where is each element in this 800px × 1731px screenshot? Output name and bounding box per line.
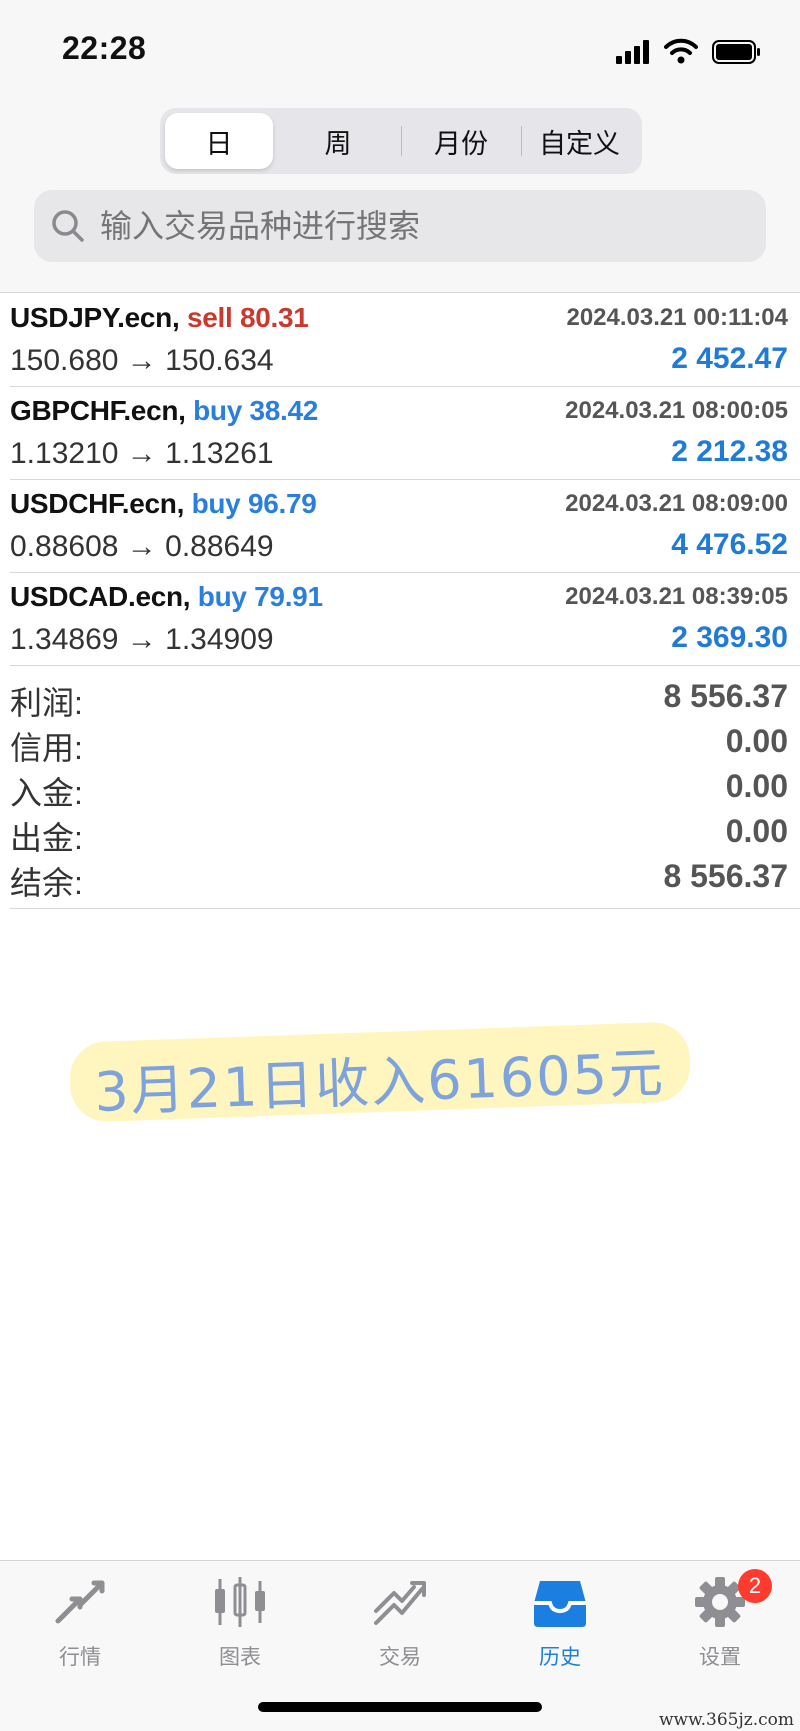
tab-label: 行情: [59, 1646, 101, 1669]
header: 22:28 日 周 月份 自定义 输入交易品种进行搜索: [0, 0, 800, 293]
tab-label: 历史: [539, 1646, 581, 1669]
trade-symbol: USDCAD.ecn,: [10, 581, 191, 612]
notification-badge: 2: [738, 1569, 772, 1603]
segment-month[interactable]: 月份: [402, 113, 520, 169]
close-price: 1.13261: [165, 437, 274, 470]
tab-label: 交易: [379, 1646, 421, 1669]
summary-credit: 信用: 0.00: [10, 719, 800, 766]
search-bar[interactable]: [34, 190, 766, 262]
open-price: 1.34869: [10, 623, 119, 656]
trade-volume: 38.42: [249, 395, 319, 426]
summary-withdrawal: 出金: 0.00: [10, 809, 800, 856]
arrow-icon: →: [126, 344, 157, 377]
battery-icon: [712, 40, 760, 64]
trade-prices: 0.88608 → 0.88649: [10, 530, 274, 564]
history-inbox-icon: [534, 1581, 586, 1627]
summary-profit: 利润: 8 556.37: [10, 674, 800, 721]
home-indicator[interactable]: [258, 1702, 542, 1712]
trade-time: 2024.03.21 08:39:05: [565, 583, 788, 610]
summary-label: 出金:: [10, 820, 83, 856]
open-price: 1.13210: [10, 437, 119, 470]
segment-custom[interactable]: 自定义: [522, 113, 637, 169]
trade-list: USDJPY.ecn, sell 80.31 2024.03.21 00:11:…: [10, 294, 800, 666]
tab-trade[interactable]: 交易: [340, 1575, 460, 1685]
summary-value: 0.00: [725, 768, 788, 804]
summary-value: 0.00: [725, 813, 788, 849]
trade-profit: 2 452.47: [671, 342, 788, 375]
summary-value: 0.00: [725, 723, 788, 759]
tab-label: 图表: [219, 1646, 261, 1669]
segment-day[interactable]: 日: [165, 113, 273, 169]
trade-header: USDJPY.ecn, sell 80.31: [10, 302, 309, 334]
tab-charts[interactable]: 图表: [180, 1575, 300, 1685]
trade-volume: 96.79: [247, 488, 317, 519]
trade-row[interactable]: USDJPY.ecn, sell 80.31 2024.03.21 00:11:…: [10, 294, 800, 387]
tab-label: 设置: [699, 1646, 741, 1669]
summary-value: 8 556.37: [663, 678, 788, 714]
trade-volume: 79.91: [254, 581, 323, 612]
trade-row[interactable]: USDCHF.ecn, buy 96.79 2024.03.21 08:09:0…: [10, 480, 800, 573]
tab-quotes[interactable]: 行情: [20, 1575, 140, 1685]
open-price: 0.88608: [10, 530, 119, 563]
trade-row[interactable]: GBPCHF.ecn, buy 38.42 2024.03.21 08:00:0…: [10, 387, 800, 480]
trade-row[interactable]: USDCAD.ecn, buy 79.91 2024.03.21 08:39:0…: [10, 573, 800, 666]
cellular-signal-icon: [616, 40, 649, 64]
trade-side: buy: [193, 395, 242, 426]
trade-profit: 2 212.38: [671, 435, 788, 468]
open-price: 150.680: [10, 344, 119, 377]
summary-label: 利润:: [10, 685, 83, 721]
history-screen: 22:28 日 周 月份 自定义 输入交易品种进行搜索 USDJPY.ecn, …: [0, 0, 800, 1731]
trade-profit: 4 476.52: [671, 528, 788, 561]
trade-symbol: USDJPY.ecn,: [10, 302, 180, 333]
tab-history[interactable]: 历史: [500, 1575, 620, 1685]
summary-label: 结余:: [10, 865, 83, 901]
trade-header: GBPCHF.ecn, buy 38.42: [10, 395, 318, 427]
close-price: 1.34909: [165, 623, 274, 656]
search-input[interactable]: [98, 206, 742, 246]
watermark: www.365jz.com: [659, 1710, 794, 1730]
trade-volume: 80.31: [239, 302, 309, 333]
trade-time: 2024.03.21 08:09:00: [565, 490, 788, 517]
trade-prices: 150.680 → 150.634: [10, 344, 274, 378]
trade-header: USDCAD.ecn, buy 79.91: [10, 581, 323, 613]
trade-prices: 1.13210 → 1.13261: [10, 437, 274, 471]
search-icon: [52, 210, 84, 242]
trade-header: USDCHF.ecn, buy 96.79: [10, 488, 317, 520]
trade-icon: [374, 1581, 426, 1625]
summary-value: 8 556.37: [663, 858, 788, 894]
trade-side: sell: [186, 302, 233, 333]
arrow-icon: →: [126, 623, 157, 656]
wifi-icon: [664, 38, 698, 64]
trade-time: 2024.03.21 00:11:04: [566, 304, 788, 331]
arrow-icon: →: [126, 530, 157, 563]
close-price: 0.88649: [165, 530, 274, 563]
quotes-icon: [55, 1580, 105, 1624]
close-price: 150.634: [165, 344, 274, 377]
trade-profit: 2 369.30: [671, 621, 788, 654]
arrow-icon: →: [126, 437, 157, 470]
status-time: 22:28: [62, 30, 147, 66]
trade-side: buy: [197, 581, 247, 612]
summary-label: 信用:: [10, 730, 83, 766]
tab-settings[interactable]: 2 设置: [660, 1569, 780, 1685]
segment-week[interactable]: 周: [278, 113, 398, 169]
trade-symbol: GBPCHF.ecn,: [10, 395, 186, 426]
trade-prices: 1.34869 → 1.34909: [10, 623, 274, 657]
trade-time: 2024.03.21 08:00:05: [565, 397, 788, 424]
chart-candles-icon: [215, 1577, 265, 1627]
trade-symbol: USDCHF.ecn,: [10, 488, 185, 519]
summary-balance: 结余: 8 556.37: [10, 854, 800, 901]
period-segmented-control: 日 周 月份 自定义: [160, 108, 642, 174]
account-summary: 利润: 8 556.37 信用: 0.00 入金: 0.00 出金: 0.00 …: [10, 674, 800, 909]
status-icons: [616, 38, 762, 64]
handwritten-note: 3月21日收入61605元: [68, 1020, 692, 1124]
trade-side: buy: [191, 488, 241, 519]
summary-deposit: 入金: 0.00: [10, 764, 800, 811]
summary-label: 入金:: [10, 775, 83, 811]
